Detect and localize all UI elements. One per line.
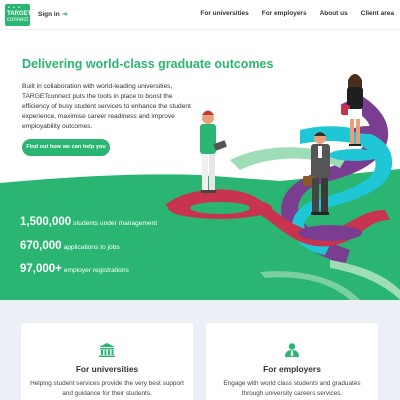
sign-in-label: Sign in (38, 11, 60, 18)
nav-client-area[interactable]: Client area (361, 10, 394, 17)
stat-label: employer registrations (63, 267, 129, 274)
stat-applications: 670,000 applications to jobs (20, 236, 120, 254)
main-nav: For universities For employers About us … (187, 10, 394, 17)
hero-title: Delivering world-class graduate outcomes (22, 57, 274, 71)
university-icon (99, 343, 115, 357)
card-description: Helping student services provide the ver… (30, 380, 184, 397)
nav-about-us[interactable]: About us (320, 10, 348, 17)
stat-value: 670,000 (20, 240, 62, 252)
find-out-more-button[interactable]: Find out how we can help you (22, 139, 110, 156)
nav-for-employers[interactable]: For employers (262, 10, 307, 17)
nav-for-universities[interactable]: For universities (200, 10, 248, 17)
sign-in-link[interactable]: Sign in ⇥ (38, 10, 67, 18)
stat-value: 97,000+ (20, 263, 62, 275)
logo-line2: connect (7, 17, 29, 23)
hero-description: Built in collaboration with world-leadin… (22, 83, 191, 130)
card-for-employers[interactable]: For employers Engage with world class st… (206, 323, 378, 400)
targetconnect-logo[interactable]: • • • TARGET connect (5, 4, 31, 26)
card-title: For universities (75, 364, 139, 374)
card-title: For employers (263, 364, 321, 374)
stat-students: 1,500,000 students under management (20, 212, 157, 230)
site-header: • • • TARGET connect Sign in ⇥ For univer… (0, 0, 400, 30)
employers-icon (285, 343, 299, 357)
card-description: Engage with world class students and gra… (223, 380, 361, 397)
cyan-disc (329, 149, 381, 161)
stats-section: 1,500,000 students under management 670,0… (0, 183, 400, 300)
stat-label: applications to jobs (63, 244, 120, 251)
stat-value: 1,500,000 (20, 216, 72, 228)
stat-label: students under management (73, 220, 158, 227)
sign-in-arrow-icon: ⇥ (61, 11, 68, 18)
card-for-universities[interactable]: For universities Helping student service… (21, 323, 193, 400)
stat-employers: 97,000+ employer registrations (20, 259, 129, 277)
